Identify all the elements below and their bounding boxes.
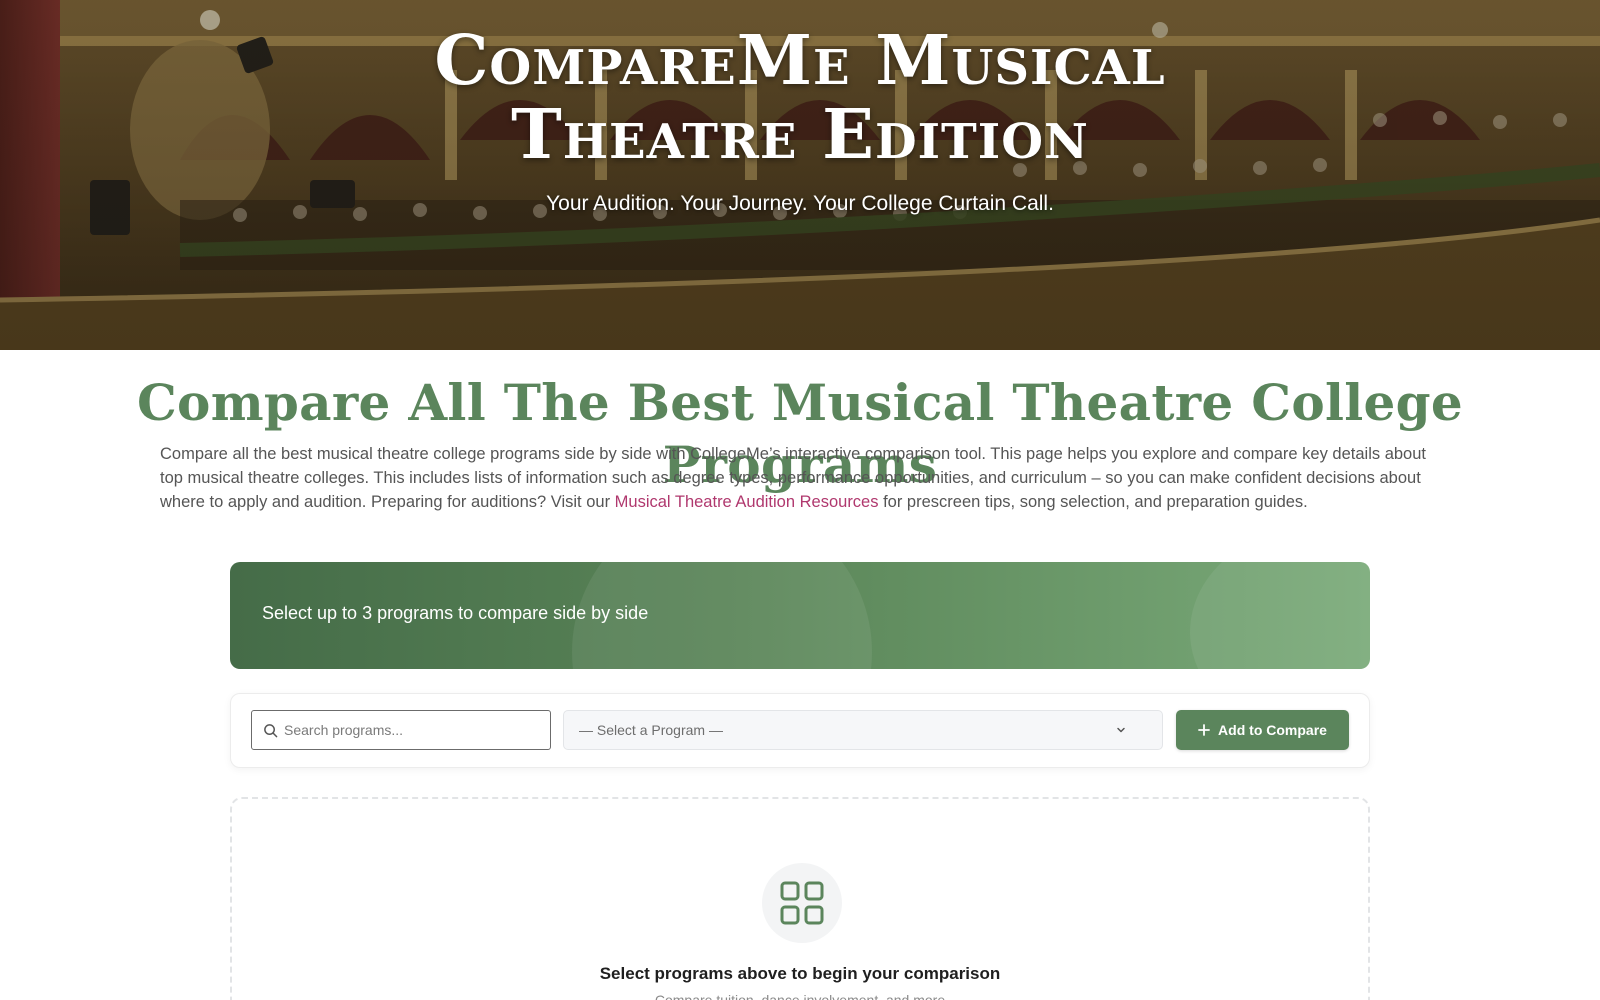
hero-tagline: Your Audition. Your Journey. Your Colleg…: [546, 192, 1054, 215]
empty-state-subtitle: Compare tuition, dance involvement, and …: [654, 992, 946, 1000]
chevron-down-icon: [1117, 727, 1125, 733]
grid-icon: [780, 881, 824, 925]
site-title-line-2: Theatre Edition: [511, 95, 1089, 175]
add-to-compare-button[interactable]: Add to Compare: [1176, 710, 1349, 750]
program-select[interactable]: — Select a Program —: [563, 710, 1163, 750]
intro-paragraph: Compare all the best musical theatre col…: [160, 442, 1450, 514]
site-title-line-1: CompareMe Musical: [434, 21, 1166, 101]
intro-text-after-link: for prescreen tips, song selection, and …: [878, 493, 1308, 511]
compare-banner: Select up to 3 programs to compare side …: [230, 562, 1370, 669]
banner-text: Select up to 3 programs to compare side …: [262, 603, 649, 623]
site-title: CompareMe Musical Theatre Edition: [0, 24, 1600, 172]
empty-state-icon-circle: [762, 863, 842, 943]
audition-resources-link[interactable]: Musical Theatre Audition Resources: [615, 493, 879, 511]
empty-state-title: Select programs above to begin your comp…: [599, 964, 1001, 983]
hero-banner: CompareMe Musical Theatre Edition Your A…: [0, 0, 1600, 350]
compare-toolbar: — Select a Program — Add to Compare: [230, 693, 1370, 768]
banner-decoration: [1190, 562, 1370, 669]
add-to-compare-label: Add to Compare: [1218, 722, 1327, 738]
plus-icon: [1198, 724, 1210, 736]
search-input[interactable]: [284, 711, 544, 749]
search-box[interactable]: [251, 710, 551, 750]
search-icon: [264, 724, 278, 738]
comparison-empty-state: Select programs above to begin your comp…: [230, 797, 1370, 1000]
program-select-value: — Select a Program —: [579, 722, 723, 738]
